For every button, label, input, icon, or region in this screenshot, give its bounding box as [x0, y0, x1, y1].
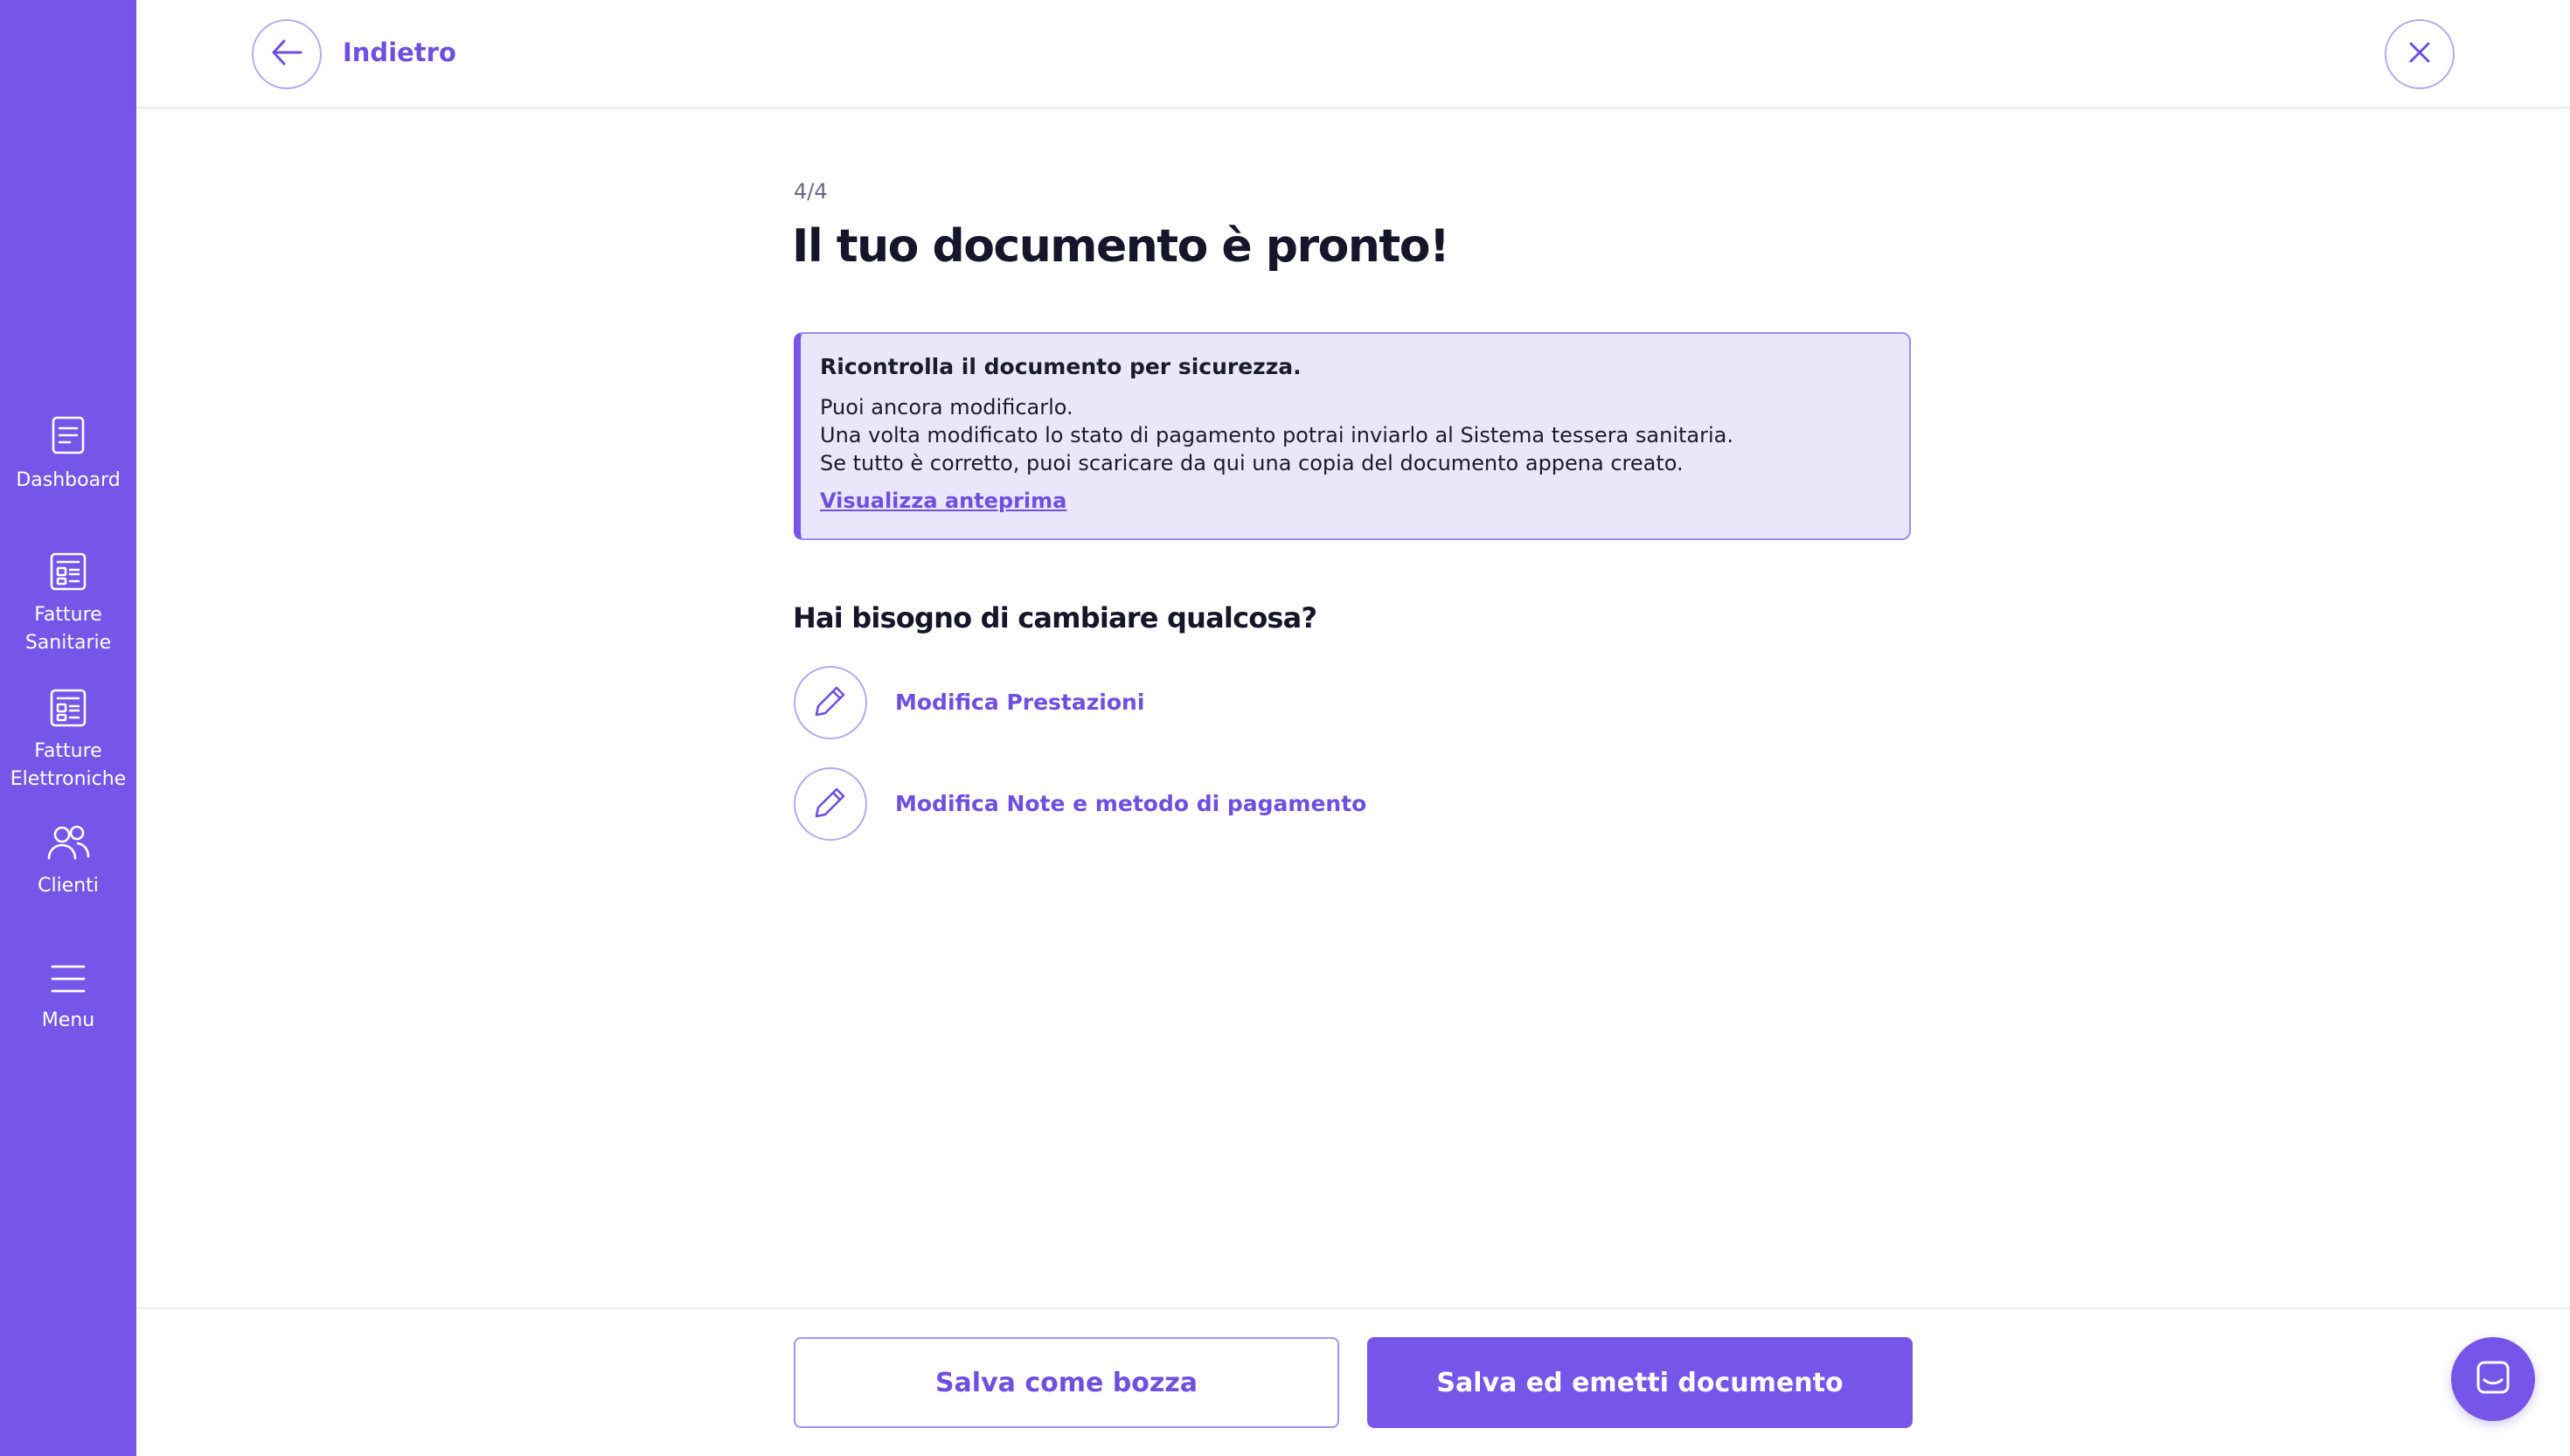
- action-footer: [136, 1307, 2570, 1456]
- close-icon: [2407, 39, 2433, 69]
- dashboard-icon: [49, 414, 87, 456]
- section-title: Hai bisogno di cambiare qualcosa?: [793, 601, 1317, 634]
- back-button[interactable]: [252, 19, 322, 89]
- info-banner-title: Ricontrolla il documento per sicurezza.: [820, 354, 1302, 379]
- edit-prestazioni-button[interactable]: [794, 666, 867, 739]
- edit-note-pagamento-button[interactable]: [794, 767, 867, 841]
- sidebar-item-dashboard[interactable]: Dashboard: [0, 414, 136, 495]
- sidebar-item-label: Menu: [41, 1009, 95, 1031]
- sidebar-item-label: Clienti: [38, 875, 99, 897]
- hamburger-icon: [49, 961, 87, 996]
- page-title: Il tuo documento è pronto!: [792, 220, 1450, 273]
- edit-note-pagamento-row[interactable]: Modifica Note e metodo di pagamento: [794, 767, 1366, 841]
- sidebar-item-label: Fatture Elettroniche: [10, 740, 127, 790]
- edit-prestazioni-label[interactable]: Modifica Prestazioni: [895, 687, 1144, 718]
- users-icon: [46, 823, 90, 862]
- save-draft-button[interactable]: Salva come bozza: [794, 1337, 1339, 1428]
- preview-link[interactable]: Visualizza anteprima: [820, 486, 1066, 516]
- pencil-icon: [813, 785, 848, 823]
- sidebar-item-clienti[interactable]: Clienti: [0, 823, 136, 900]
- sidebar-item-label: Fatture Sanitarie: [24, 604, 112, 654]
- sidebar-item-menu[interactable]: Menu: [0, 961, 136, 1035]
- arrow-left-icon: [268, 34, 305, 74]
- sidebar-item-fatture-elettroniche[interactable]: Fatture Elettroniche: [0, 687, 136, 794]
- info-banner-text: Puoi ancora modificarlo.: [820, 395, 1073, 419]
- save-emit-button[interactable]: Salva ed emetti documento: [1367, 1337, 1913, 1428]
- top-bar: Indietro: [136, 0, 2570, 108]
- edit-note-pagamento-label[interactable]: Modifica Note e metodo di pagamento: [895, 788, 1366, 820]
- invoice-icon: [48, 687, 88, 729]
- info-banner-text: Una volta modificato lo stato di pagamen…: [820, 423, 1733, 447]
- close-button[interactable]: [2385, 19, 2455, 89]
- sidebar: Dashboard Fatture Sanitarie Fatture Elet…: [0, 0, 136, 1456]
- chat-launcher-button[interactable]: [2451, 1337, 2535, 1421]
- sidebar-item-label: Dashboard: [16, 469, 121, 491]
- step-indicator: 4/4: [794, 179, 828, 204]
- pencil-icon: [813, 683, 848, 722]
- edit-prestazioni-row[interactable]: Modifica Prestazioni: [794, 666, 1144, 739]
- back-link[interactable]: Indietro: [343, 35, 456, 70]
- chat-icon: [2474, 1358, 2512, 1400]
- sidebar-item-fatture-sanitarie[interactable]: Fatture Sanitarie: [0, 551, 136, 657]
- info-banner-text: Se tutto è corretto, puoi scaricare da q…: [820, 451, 1684, 475]
- info-banner: Ricontrolla il documento per sicurezza. …: [794, 332, 1911, 540]
- invoice-icon: [48, 551, 88, 593]
